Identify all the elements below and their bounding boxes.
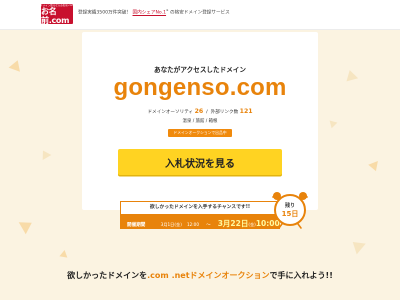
alarm-clock-icon: 残り 15日 <box>272 192 308 229</box>
header-tagline: 登録実績3500万件突破！ 国内シェアNo.1※ の格安ドメイン登録サービス <box>78 8 230 16</box>
share-link[interactable]: 国内シェアNo.1 <box>133 11 167 16</box>
domain-categories: 温泉 / 旅館 / 箱根 <box>182 119 218 124</box>
clock-days: 15日 <box>282 210 299 218</box>
footer-promo: 欲しかったドメインを.com .netドメインオークションで手に入れよう!! <box>0 270 400 281</box>
confetti-decoration <box>329 118 339 129</box>
auction-period: 開催期間 3月1日(金) 12:00 〜 3月22日(金)10:00まで <box>121 214 288 228</box>
start-date: 3月1日 <box>160 222 175 227</box>
end-day: (金) <box>248 222 256 227</box>
period-label: 開催期間 <box>127 223 146 228</box>
start-day: (金) <box>174 222 182 227</box>
confetti-decoration <box>8 58 24 72</box>
domain-name: gongenso.com <box>113 74 287 101</box>
confetti-decoration <box>348 236 366 255</box>
domain-stats: ドメインオーソリティ 26 / 外部リンク数 121 <box>147 108 253 115</box>
clock-label: 残り <box>285 202 295 209</box>
tagline-suffix: の格安ドメイン登録サービス <box>170 10 230 16</box>
footer-com: .com <box>147 271 169 280</box>
auction-banner: 欲しかったドメインを入手するチャンスです!! 開催期間 3月1日(金) 12:0… <box>120 201 288 229</box>
footnote-mark: ※ <box>166 8 169 12</box>
footer-post: で手に入れよう!! <box>269 271 333 280</box>
footer-auction: ドメインオークション <box>189 271 270 280</box>
end-date: 3月22日 <box>217 219 249 228</box>
tagline-prefix: 登録実績3500万件突破！ <box>78 10 132 16</box>
auction-status-badge: ドメインオークションで出品中 <box>168 129 232 137</box>
confetti-decoration <box>343 68 359 82</box>
confetti-decoration <box>38 148 52 160</box>
logo-wordmark: お名前.com <box>41 6 70 25</box>
footer-pre: 欲しかったドメインを <box>67 271 148 280</box>
onamae-logo[interactable]: ドメイン取るならお名前.com お名前.com <box>40 4 74 25</box>
links-value: 121 <box>239 108 253 115</box>
site-header: ドメイン取るならお名前.com お名前.com 登録実績3500万件突破！ 国内… <box>0 0 400 30</box>
confetti-decoration <box>59 249 69 258</box>
footer-net: .net <box>171 271 190 280</box>
confetti-decoration <box>18 216 36 235</box>
authority-value: 26 <box>194 108 204 115</box>
domain-card: あなたがアクセスしたドメイン gongenso.com ドメインオーソリティ 2… <box>82 32 318 210</box>
confetti-decoration <box>368 157 382 172</box>
links-label: 外部リンク数 <box>210 110 239 115</box>
period-arrow: 〜 <box>206 223 211 228</box>
authority-label: ドメインオーソリティ <box>147 110 194 115</box>
view-bids-button[interactable]: 入札状況を見る <box>118 149 282 175</box>
start-time: 12:00 <box>186 222 200 227</box>
card-subtitle: あなたがアクセスしたドメイン <box>154 66 246 74</box>
